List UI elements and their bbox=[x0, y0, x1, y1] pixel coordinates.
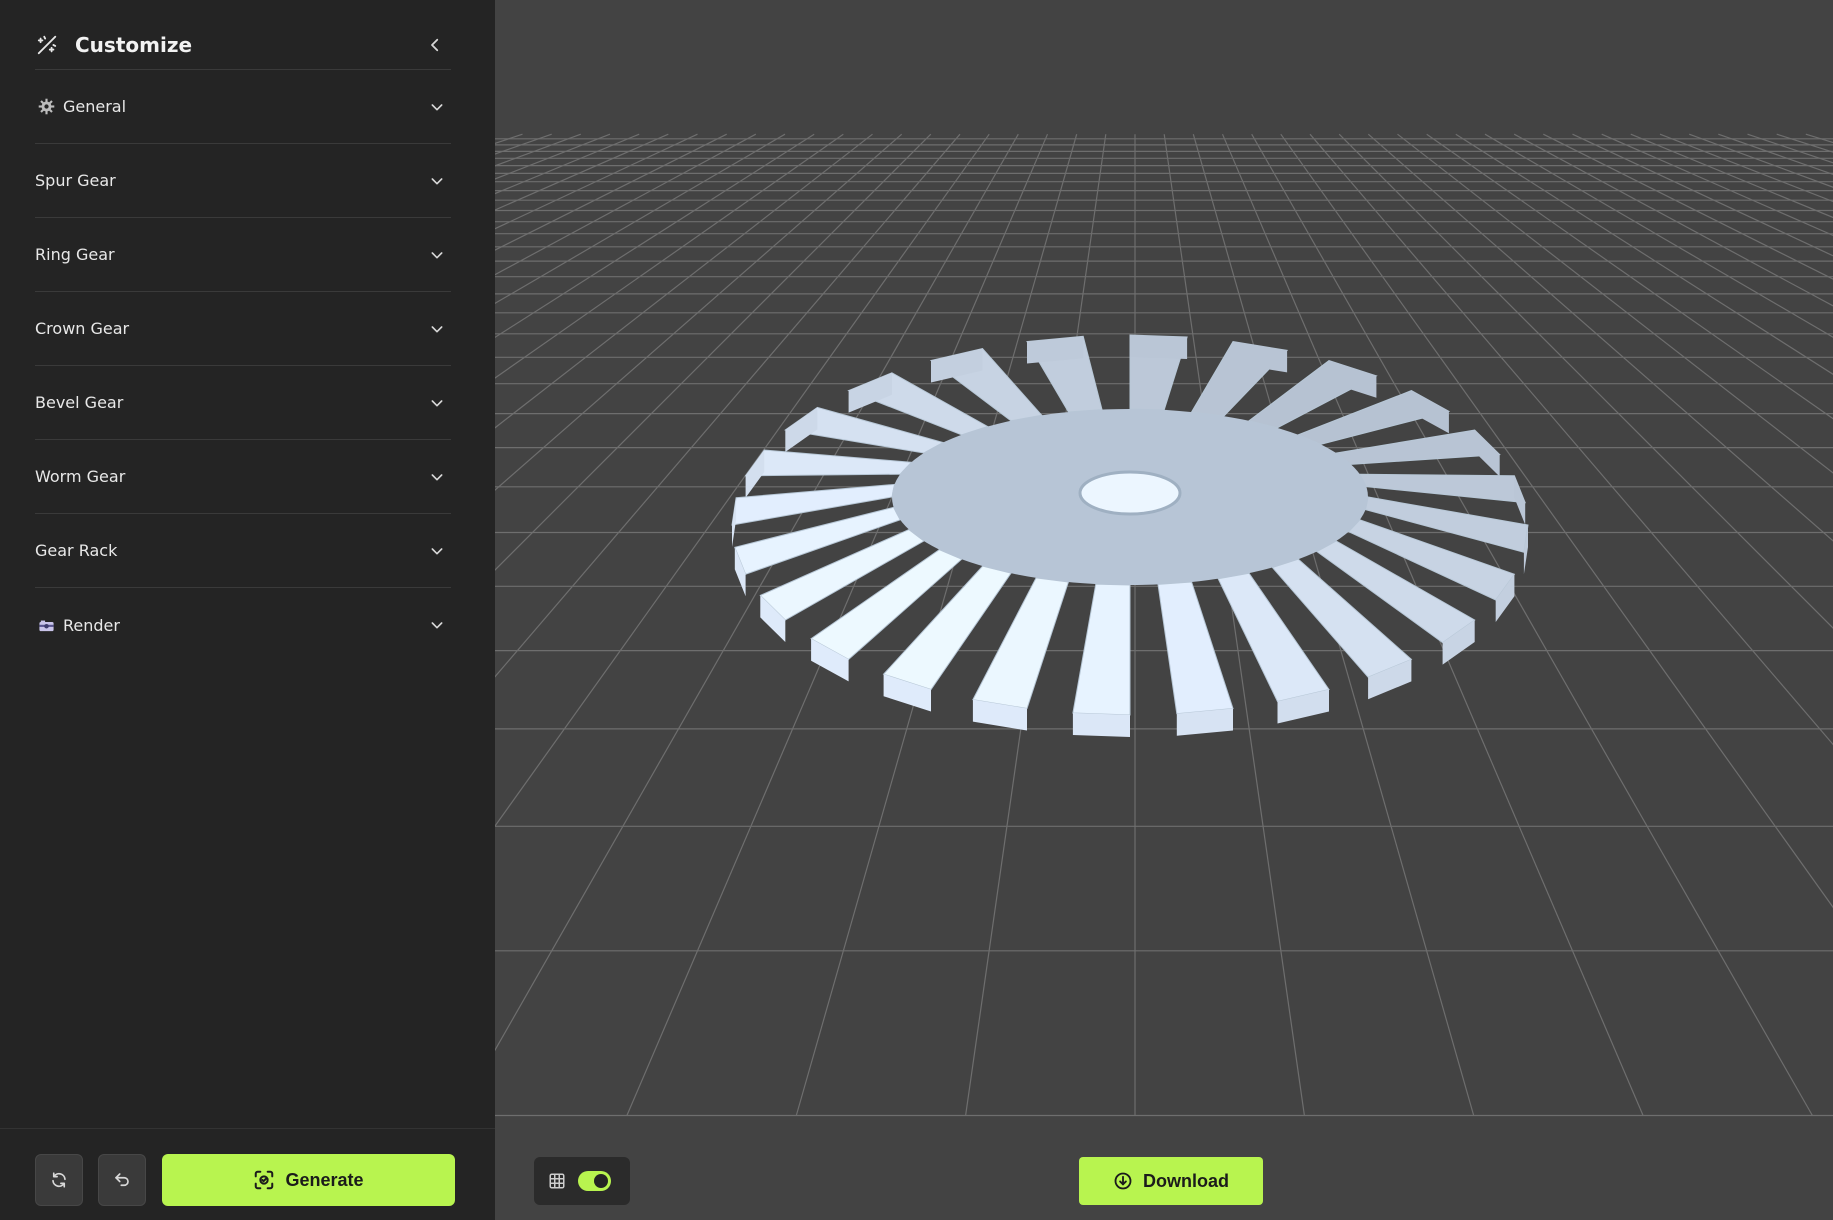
chevron-down-icon bbox=[425, 317, 449, 341]
chevron-down-icon bbox=[425, 169, 449, 193]
section-general[interactable]: General bbox=[35, 70, 451, 144]
section-label: Crown Gear bbox=[35, 319, 130, 338]
section-label: Render bbox=[63, 615, 120, 635]
grid-icon bbox=[548, 1171, 568, 1191]
undo-icon bbox=[115, 1173, 129, 1187]
section-gear-rack[interactable]: Gear Rack bbox=[35, 514, 451, 588]
sidebar-footer: Generate bbox=[0, 1128, 495, 1220]
generate-icon bbox=[255, 1170, 274, 1190]
chevron-down-icon bbox=[425, 465, 449, 489]
section-label: General bbox=[63, 97, 127, 116]
grid-toggle-switch[interactable] bbox=[578, 1171, 611, 1191]
grid-toggle-control bbox=[534, 1157, 630, 1205]
generate-button[interactable]: Generate bbox=[162, 1154, 455, 1206]
reset-button[interactable] bbox=[35, 1154, 83, 1206]
app-window: Customize General Spur Gear Ring Gear Cr… bbox=[0, 0, 1833, 1220]
section-bevel-gear[interactable]: Bevel Gear bbox=[35, 366, 451, 440]
download-button[interactable]: Download bbox=[1079, 1157, 1263, 1205]
undo-button[interactable] bbox=[98, 1154, 146, 1206]
section-list: General Spur Gear Ring Gear Crown Gear B… bbox=[35, 70, 451, 662]
scene-canvas[interactable] bbox=[495, 0, 1833, 1220]
chevron-down-icon bbox=[425, 613, 449, 637]
chevron-left-icon bbox=[431, 38, 439, 51]
switch-knob bbox=[594, 1174, 608, 1188]
refresh-icon bbox=[52, 1172, 66, 1188]
section-label: Bevel Gear bbox=[35, 393, 124, 412]
chevron-down-icon bbox=[425, 391, 449, 415]
sidebar-title: Customize bbox=[75, 32, 193, 57]
camera-icon bbox=[37, 616, 55, 634]
bevel-gear-model bbox=[731, 334, 1529, 737]
chevron-down-icon bbox=[425, 243, 449, 267]
section-render[interactable]: Render bbox=[35, 588, 451, 662]
3d-viewport[interactable]: Download bbox=[495, 0, 1833, 1220]
collapse-sidebar-button[interactable] bbox=[421, 31, 449, 59]
download-icon bbox=[1114, 1172, 1132, 1190]
chevron-down-icon bbox=[425, 539, 449, 563]
generate-label: Generate bbox=[285, 1169, 364, 1190]
customize-sidebar: Customize General Spur Gear Ring Gear Cr… bbox=[0, 0, 495, 1220]
section-label: Spur Gear bbox=[35, 171, 116, 190]
section-spur-gear[interactable]: Spur Gear bbox=[35, 144, 451, 218]
download-label: Download bbox=[1143, 1170, 1229, 1191]
sidebar-header: Customize bbox=[35, 20, 451, 70]
section-label: Gear Rack bbox=[35, 541, 118, 560]
section-crown-gear[interactable]: Crown Gear bbox=[35, 292, 451, 366]
chevron-down-icon bbox=[425, 95, 449, 119]
section-label: Worm Gear bbox=[35, 467, 126, 486]
section-ring-gear[interactable]: Ring Gear bbox=[35, 218, 451, 292]
section-worm-gear[interactable]: Worm Gear bbox=[35, 440, 451, 514]
customize-icon bbox=[35, 33, 59, 57]
section-label: Ring Gear bbox=[35, 245, 115, 264]
gear-icon bbox=[37, 98, 55, 116]
